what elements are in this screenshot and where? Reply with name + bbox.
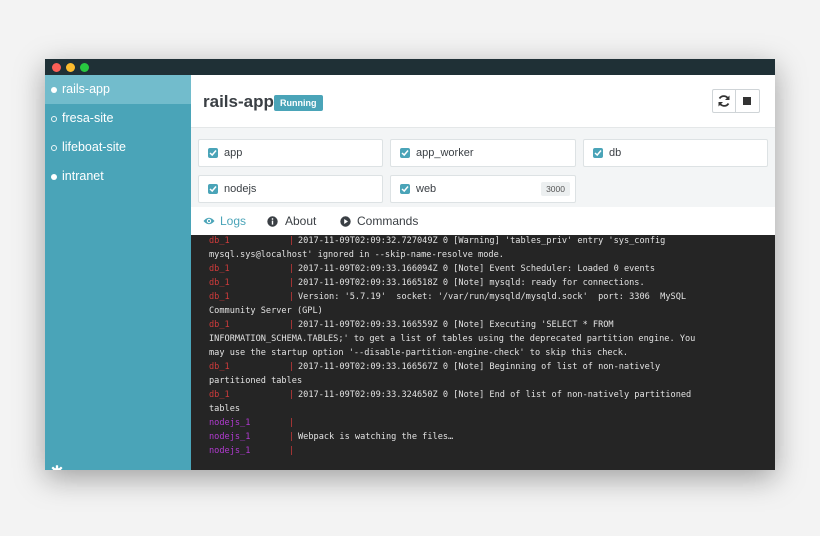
status-badge: Running	[274, 95, 323, 111]
tab-label: About	[285, 214, 317, 228]
status-dot-icon	[51, 116, 57, 122]
status-dot-icon	[51, 87, 57, 93]
refresh-icon	[718, 95, 730, 107]
service-toggle-nodejs[interactable]: nodejs	[198, 175, 383, 203]
log-message: 2017-11-09T02:09:33.166559Z 0 [Note] Exe…	[298, 320, 614, 330]
sidebar: rails-app fresa-site lifeboat-site intra…	[45, 75, 191, 470]
log-message: Version: '5.7.19' socket: '/var/run/mysq…	[298, 292, 687, 302]
service-name: app	[224, 147, 243, 159]
service-name: web	[416, 183, 437, 195]
checkbox-checked-icon[interactable]	[400, 184, 410, 194]
tab-bar: Logs About Commands	[191, 207, 775, 235]
log-source: nodejs_1	[209, 418, 251, 428]
log-separator: |	[289, 292, 295, 302]
log-separator: |	[289, 264, 295, 274]
main-panel: rails-app Running app app_worker db node…	[191, 75, 775, 470]
log-console[interactable]: db_1 | 2017-11-09T02:09:32.727049Z 0 [Warn…	[191, 235, 775, 470]
log-message: 2017-11-09T02:09:33.324650Z 0 [Note] End…	[298, 390, 692, 400]
service-name: nodejs	[224, 183, 257, 195]
log-separator: |	[289, 418, 295, 428]
log-separator: |	[289, 362, 295, 372]
service-name: db	[609, 147, 622, 159]
checkbox-checked-icon[interactable]	[593, 148, 603, 158]
checkbox-checked-icon[interactable]	[208, 184, 218, 194]
minimize-window-button[interactable]	[66, 63, 75, 72]
log-message: may use the startup option '--disable-pa…	[209, 348, 629, 358]
stop-button[interactable]	[736, 89, 760, 113]
sidebar-item-fresa-site[interactable]: fresa-site	[45, 104, 191, 133]
close-window-button[interactable]	[52, 63, 61, 72]
log-source: db_1	[209, 264, 230, 274]
log-line: nodejs_1 |	[191, 446, 775, 470]
log-separator: |	[289, 320, 295, 330]
log-separator: |	[289, 236, 295, 246]
app-window: rails-app fresa-site lifeboat-site intra…	[45, 59, 775, 470]
checkbox-checked-icon[interactable]	[208, 148, 218, 158]
status-dot-icon	[51, 145, 57, 151]
checkbox-checked-icon[interactable]	[400, 148, 410, 158]
log-message: INFORMATION_SCHEMA.TABLES;' to get a lis…	[209, 334, 696, 344]
port-badge: 3000	[541, 182, 570, 196]
log-message: Webpack is watching the files…	[298, 432, 454, 442]
log-message: 2017-11-09T02:09:33.166094Z 0 [Note] Eve…	[298, 264, 655, 274]
sidebar-item-lifeboat-site[interactable]: lifeboat-site	[45, 133, 191, 162]
info-icon	[267, 216, 278, 227]
title-bar	[45, 59, 775, 75]
play-icon	[340, 216, 351, 227]
sidebar-item-rails-app[interactable]: rails-app	[45, 75, 191, 104]
page-title: rails-app	[203, 92, 274, 111]
service-toggle-app-worker[interactable]: app_worker	[390, 139, 576, 167]
log-source: db_1	[209, 362, 230, 372]
tab-label: Logs	[220, 214, 247, 228]
sidebar-item-label: rails-app	[62, 82, 110, 96]
maximize-window-button[interactable]	[80, 63, 89, 72]
log-message: tables	[209, 404, 241, 414]
sidebar-item-intranet[interactable]: intranet	[45, 162, 191, 191]
log-source: nodejs_1	[209, 432, 251, 442]
sidebar-item-label: intranet	[62, 169, 104, 183]
log-source: db_1	[209, 292, 230, 302]
restart-button[interactable]	[712, 89, 736, 113]
log-message: Community Server (GPL)	[209, 306, 323, 316]
tab-about[interactable]: About	[267, 207, 321, 235]
log-message: 2017-11-09T02:09:32.727049Z 0 [Warning] …	[298, 236, 666, 246]
log-separator: |	[289, 432, 295, 442]
stop-icon	[743, 97, 751, 105]
status-dot-icon	[51, 174, 57, 180]
tab-commands[interactable]: Commands	[340, 207, 418, 235]
service-toggle-db[interactable]: db	[583, 139, 768, 167]
gear-icon[interactable]	[50, 465, 64, 470]
log-source: db_1	[209, 390, 230, 400]
log-message: 2017-11-09T02:09:33.166518Z 0 [Note] mys…	[298, 278, 645, 288]
service-toggle-web[interactable]: web 3000	[390, 175, 576, 203]
log-separator: |	[289, 390, 295, 400]
log-separator: |	[289, 446, 295, 456]
eye-icon	[203, 217, 215, 225]
log-source: db_1	[209, 320, 230, 330]
log-message: mysql.sys@localhost' ignored in --skip-n…	[209, 250, 504, 260]
log-message: partitioned tables	[209, 376, 303, 386]
log-source: nodejs_1	[209, 446, 251, 456]
service-name: app_worker	[416, 147, 474, 159]
log-source: db_1	[209, 278, 230, 288]
service-toggle-app[interactable]: app	[198, 139, 383, 167]
tab-label: Commands	[357, 214, 419, 228]
tab-logs[interactable]: Logs	[203, 207, 247, 235]
log-source: db_1	[209, 236, 230, 246]
log-separator: |	[289, 278, 295, 288]
services-panel: app app_worker db nodejs web 3000	[191, 128, 775, 207]
sidebar-item-label: lifeboat-site	[62, 140, 126, 154]
sidebar-item-label: fresa-site	[62, 111, 114, 125]
log-message: 2017-11-09T02:09:33.166567Z 0 [Note] Beg…	[298, 362, 661, 372]
header: rails-app Running	[191, 75, 775, 128]
